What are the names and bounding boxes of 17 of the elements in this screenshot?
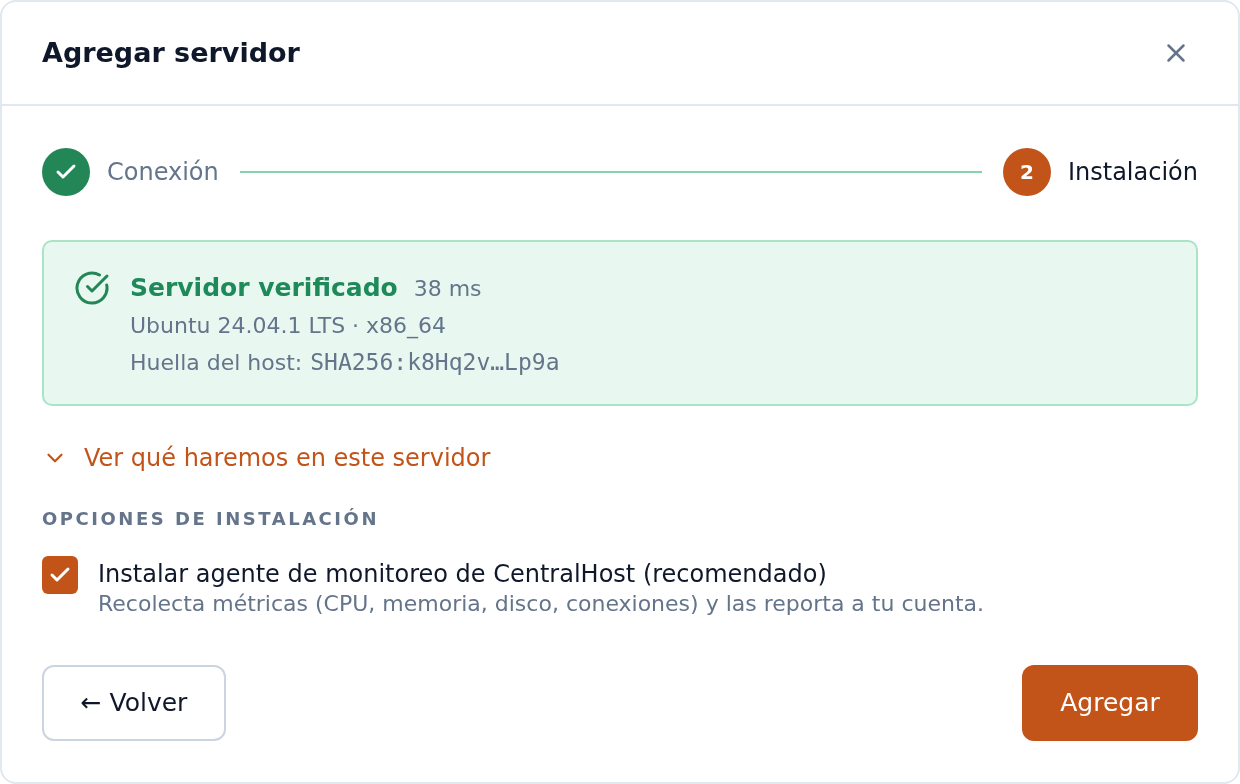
step-label: Conexión xyxy=(107,157,219,188)
fingerprint-label: Huella del host: xyxy=(130,349,303,377)
check-circle-icon xyxy=(74,270,110,306)
disclosure-toggle[interactable]: Ver qué haremos en este servidor xyxy=(42,442,491,474)
step-label: Instalación xyxy=(1067,157,1198,188)
latency-text: 38 ms xyxy=(413,275,482,303)
step-number: 2 xyxy=(1002,148,1051,196)
verification-title: Servidor verificado xyxy=(130,272,398,304)
option-label: Instalar agente de monitoreo de CentralHost (recomendado) xyxy=(98,559,827,590)
checkbox[interactable] xyxy=(42,556,78,594)
back-button[interactable]: ← Volver xyxy=(42,665,226,741)
option-description: Recolecta métricas (CPU, memoria, disco, conexiones) y las reporta a tu cuenta. xyxy=(98,590,984,618)
section-heading: OPCIONES DE INSTALACIÓN xyxy=(42,507,379,531)
dialog-title: Agregar servidor xyxy=(42,36,300,70)
add-button[interactable]: Agregar xyxy=(1022,665,1198,741)
system-info: Ubuntu 24.04.1 LTS · x86_64 xyxy=(130,312,448,341)
fingerprint-value: SHA256:k8Hq2v…Lp9a xyxy=(310,348,560,377)
